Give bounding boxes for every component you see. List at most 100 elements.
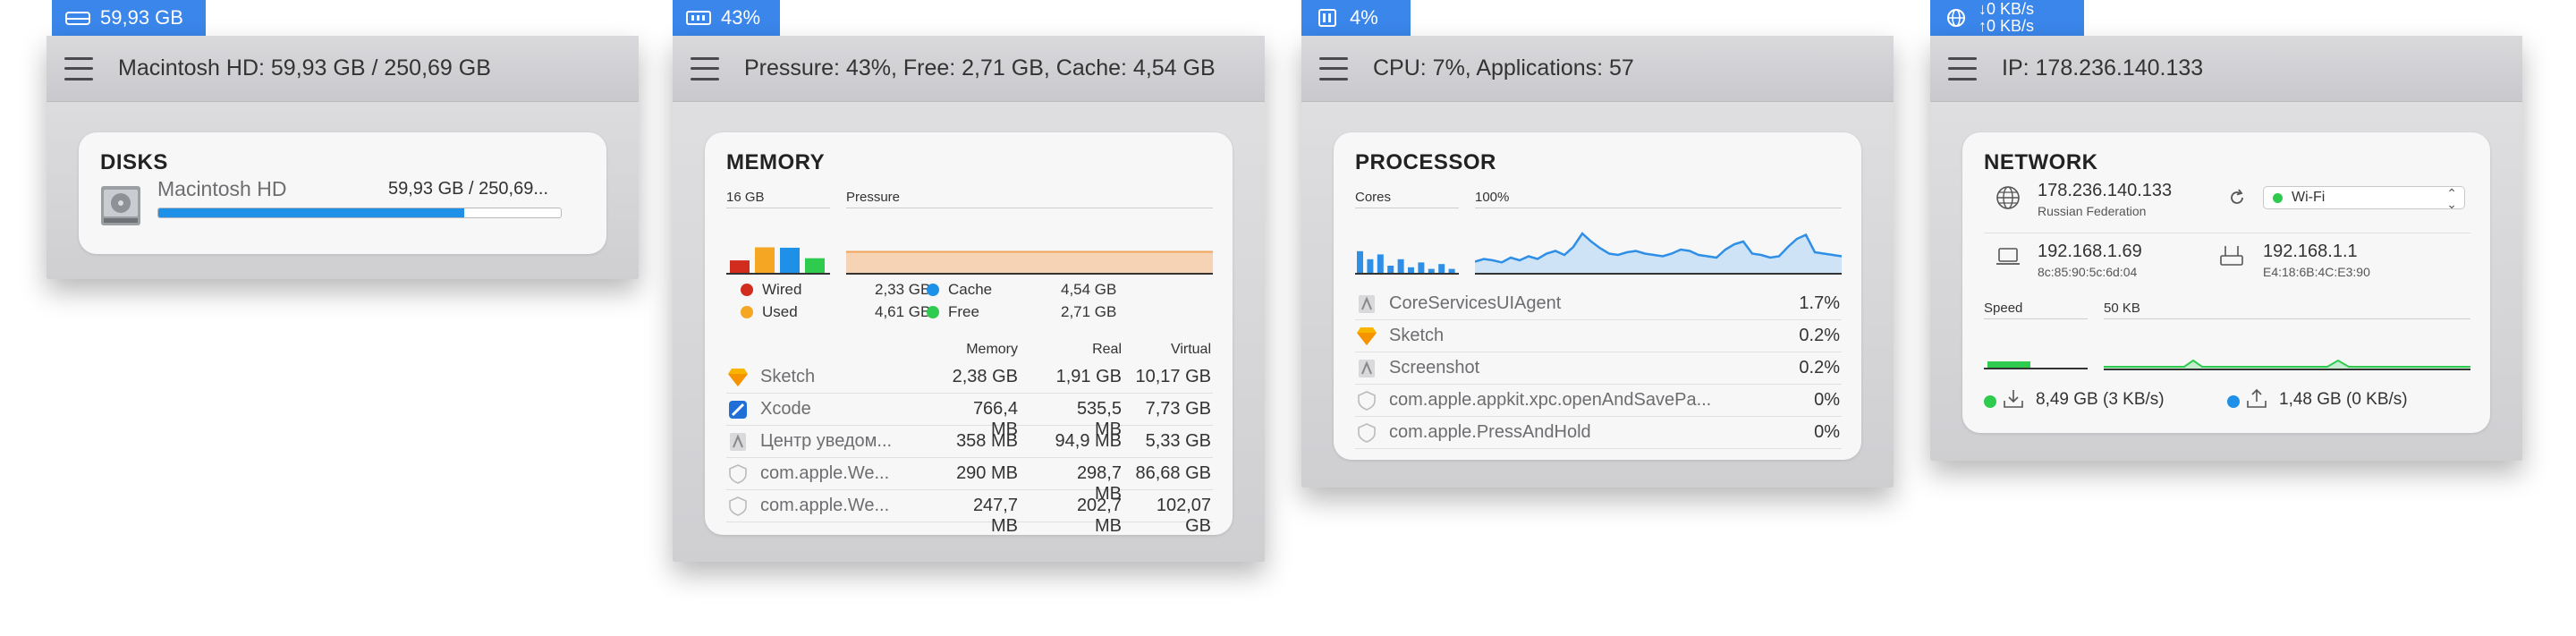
- menubar-cpu-item[interactable]: 4%: [1301, 0, 1411, 36]
- memory-bar-used: [755, 247, 775, 274]
- cores-chart: [1355, 250, 1459, 275]
- network-history-chart: [2104, 359, 2470, 370]
- core-bar: [1397, 259, 1404, 274]
- cpu-process-name: com.apple.PressAndHold: [1389, 422, 1591, 442]
- sketch-icon: [1355, 325, 1378, 348]
- memory-titlebar: Pressure: 43%, Free: 2,71 GB, Cache: 4,5…: [673, 36, 1265, 102]
- pressure-label: Pressure: [846, 190, 901, 205]
- memory-bar-cache: [780, 247, 800, 274]
- sketch-icon: [726, 366, 750, 389]
- cpu-titlebar: CPU: 7%, Applications: 57: [1301, 36, 1894, 102]
- notification-center-icon: [726, 430, 750, 454]
- memory-memory-value: 358 MB: [956, 431, 1018, 451]
- menu-icon[interactable]: [691, 56, 719, 81]
- router-ip: 192.168.1.1: [2263, 242, 2358, 261]
- pressure-area: [846, 251, 1213, 274]
- menu-icon[interactable]: [1319, 56, 1348, 81]
- interface-select[interactable]: Wi-Fi ⌃ ⌄: [2263, 186, 2465, 210]
- memory-title: Pressure: 43%, Free: 2,71 GB, Cache: 4,5…: [744, 55, 1216, 81]
- menubar-memory-label: 43%: [721, 6, 761, 29]
- cpu-window: CPU: 7%, Applications: 57 PROCESSOR Core…: [1301, 36, 1894, 488]
- memory-real-value: 1,91 GB: [1055, 367, 1122, 386]
- cpu-process-value: 1.7%: [1799, 293, 1840, 313]
- generic-process-icon: [726, 495, 750, 518]
- router-mac: E4:18:6B:4C:E3:90: [2263, 265, 2370, 279]
- memory-virtual-value: 7,73 GB: [1145, 399, 1211, 419]
- menu-icon[interactable]: [64, 56, 93, 81]
- upload-total: 1,48 GB (0 KB/s): [2279, 390, 2408, 409]
- cpu-process-name: CoreServicesUIAgent: [1389, 293, 1562, 313]
- local-mac: 8c:85:90:5c:6d:04: [2038, 265, 2138, 279]
- menubar-disk-label: 59,93 GB: [100, 6, 183, 29]
- legend-wired: Wired: [741, 281, 801, 299]
- memory-memory-value: 2,38 GB: [952, 367, 1018, 386]
- disk-title: Macintosh HD: 59,93 GB / 250,69 GB: [118, 55, 491, 81]
- cpu-process-value: 0%: [1814, 390, 1840, 410]
- memory-virtual-value: 10,17 GB: [1135, 367, 1211, 386]
- screenshot-app-icon: [1355, 357, 1378, 380]
- memory-chip-icon: [686, 11, 711, 25]
- network-card: NETWORK 178.236.140.133 Russian Federati…: [1962, 132, 2490, 433]
- core-bar: [1387, 266, 1394, 274]
- memory-virtual-value: 86,68 GB: [1135, 463, 1211, 483]
- legend-wired-value: 2,33 GB: [875, 281, 931, 298]
- drive-usage: 59,93 GB / 250,69...: [388, 179, 549, 199]
- globe-icon: [1947, 9, 1965, 27]
- memory-heading: MEMORY: [726, 150, 826, 174]
- public-ip: 178.236.140.133: [2038, 181, 2173, 200]
- cpu-process-name: Screenshot: [1389, 358, 1480, 377]
- disk-titlebar: Macintosh HD: 59,93 GB / 250,69 GB: [47, 36, 639, 102]
- speed-label: Speed: [1984, 301, 2023, 316]
- scale-label: 50 KB: [2104, 301, 2140, 316]
- memory-window: Pressure: 43%, Free: 2,71 GB, Cache: 4,5…: [673, 36, 1265, 562]
- core-bar: [1367, 259, 1374, 274]
- menubar-cpu-label: 4%: [1350, 6, 1378, 29]
- core-bar: [1377, 254, 1384, 274]
- network-titlebar: IP: 178.236.140.133: [1930, 36, 2522, 102]
- cpu-title: CPU: 7%, Applications: 57: [1373, 55, 1634, 81]
- processor-heading: PROCESSOR: [1355, 150, 1496, 174]
- cpu-process-name: com.apple.appkit.xpc.openAndSavePa...: [1389, 390, 1712, 410]
- memory-bars-chart: [726, 247, 830, 275]
- processor-card: PROCESSOR Cores 100% CoreServicesUIAgent…: [1334, 132, 1861, 460]
- country: Russian Federation: [2038, 204, 2147, 218]
- cpu-history-chart: [1475, 232, 1842, 275]
- disks-heading: DISKS: [100, 150, 168, 174]
- legend-free-value: 2,71 GB: [1061, 303, 1117, 320]
- laptop-icon: [1996, 248, 2020, 265]
- cpu-process-value: 0.2%: [1799, 358, 1840, 377]
- disks-card: DISKS Macintosh HD 59,93 GB / 250,69...: [79, 132, 606, 254]
- network-title: IP: 178.236.140.133: [2002, 55, 2204, 81]
- memory-process-name: Центр уведом...: [760, 431, 893, 451]
- cores-label: Cores: [1355, 190, 1392, 205]
- col-memory: Memory: [966, 342, 1018, 357]
- interface-name: Wi-Fi: [2292, 190, 2326, 205]
- xcode-icon: [726, 398, 750, 421]
- download-icon: [2004, 390, 2023, 408]
- memory-total-label: 16 GB: [726, 190, 765, 205]
- memory-bar-free: [805, 258, 825, 274]
- legend-used: Used: [741, 303, 798, 321]
- menubar-network-item[interactable]: ↓0 KB/s ↑0 KB/s: [1930, 0, 2084, 36]
- cpu-process-name: Sketch: [1389, 326, 1445, 345]
- core-bar: [1357, 250, 1363, 274]
- cpu-process-value: 0%: [1814, 422, 1840, 442]
- legend-used-value: 4,61 GB: [875, 303, 931, 320]
- refresh-icon[interactable]: [2227, 188, 2247, 208]
- speed-chart: [1984, 361, 2088, 369]
- core-bar: [1438, 264, 1445, 274]
- menu-icon[interactable]: [1948, 56, 1977, 81]
- network-heading: NETWORK: [1984, 150, 2098, 174]
- generic-process-icon: [726, 462, 750, 486]
- menubar-memory-item[interactable]: 43%: [673, 0, 780, 36]
- disk-window: Macintosh HD: 59,93 GB / 250,69 GB DISKS…: [47, 36, 639, 279]
- menubar-disk-item[interactable]: 59,93 GB: [52, 0, 206, 36]
- drive-name: Macintosh HD: [157, 177, 287, 200]
- upload-dot: [2227, 395, 2240, 408]
- memory-real-value: 202,7 MB: [1076, 496, 1122, 536]
- memory-process-name: com.apple.We...: [760, 463, 890, 483]
- memory-card: MEMORY 16 GB Pressure Wired 2,33 GB Used…: [705, 132, 1233, 536]
- memory-memory-value: 247,7 MB: [972, 496, 1018, 536]
- cpu-icon: [1318, 9, 1336, 27]
- legend-cache-value: 4,54 GB: [1061, 281, 1117, 298]
